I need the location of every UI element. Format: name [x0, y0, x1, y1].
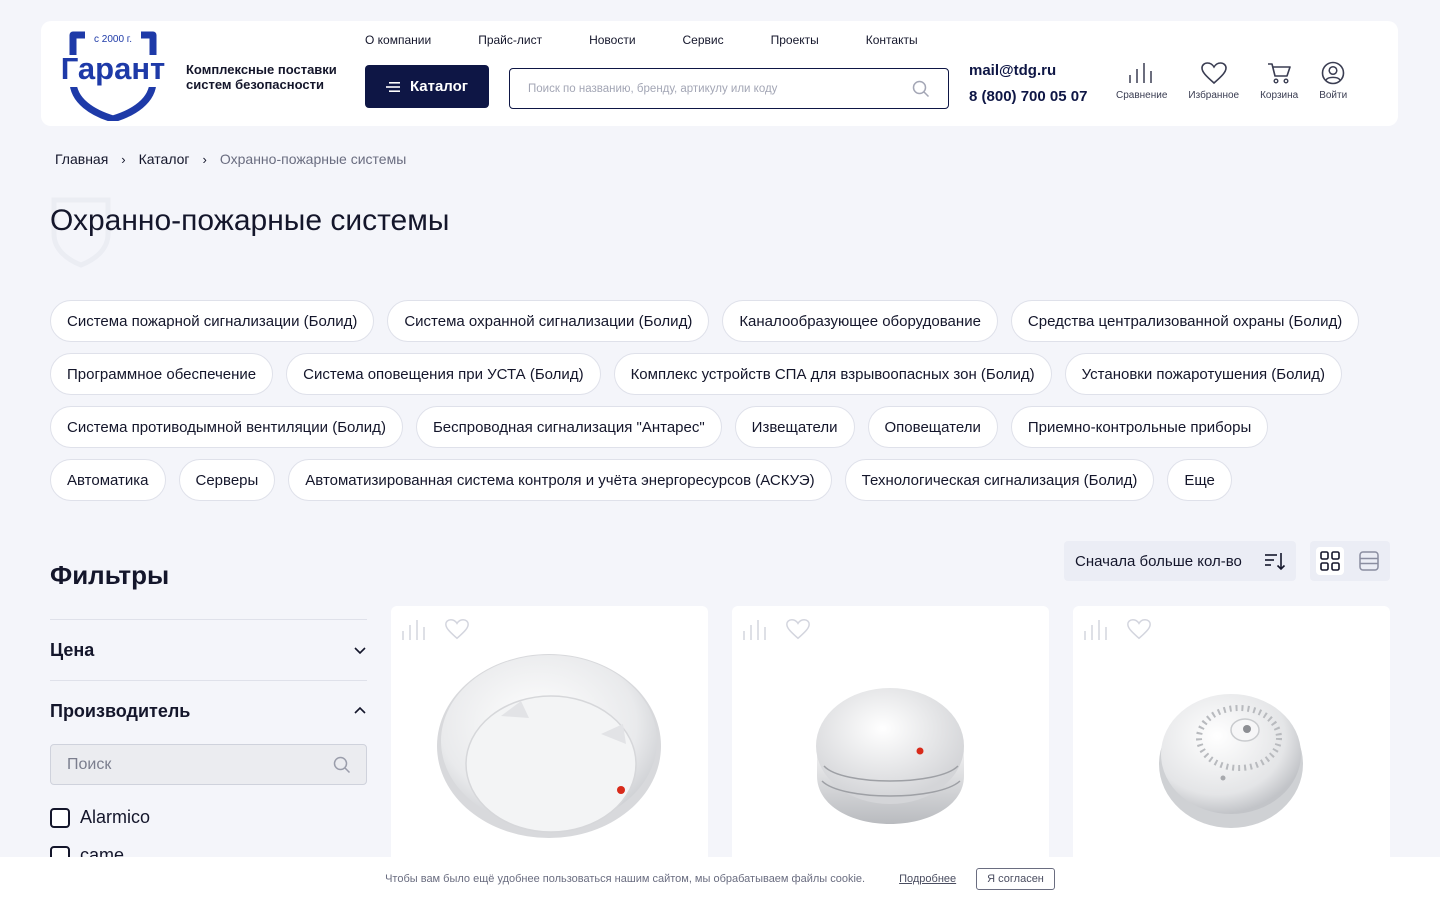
category-chip[interactable]: Система охранной сигнализации (Болид): [387, 300, 710, 342]
catalog-label: Каталог: [409, 78, 469, 95]
chevron-up-icon: [354, 706, 366, 714]
price-filter: Цена: [50, 619, 367, 680]
header-actions: Сравнение Избранное Корзина Войти: [1116, 61, 1368, 101]
breadcrumb-home[interactable]: Главная: [55, 151, 108, 167]
list-icon: [1359, 551, 1379, 571]
product-card[interactable]: [391, 606, 708, 866]
product-card[interactable]: [1073, 606, 1390, 866]
grid-icon: [1320, 551, 1340, 571]
compare-button[interactable]: Сравнение: [1116, 61, 1167, 101]
filters-title: Фильтры: [50, 560, 170, 590]
site-search: [509, 68, 949, 109]
chevron-down-icon: [354, 647, 366, 655]
product-image[interactable]: [732, 646, 1049, 866]
category-chip[interactable]: Каналообразующее оборудование: [722, 300, 998, 342]
manufacturer-search-input[interactable]: [67, 745, 317, 784]
nav-service[interactable]: Сервис: [683, 33, 724, 47]
breadcrumb-current: Охранно-пожарные системы: [219, 151, 407, 167]
phone-link[interactable]: 8 (800) 700 05 07: [969, 88, 1087, 105]
list-view-button[interactable]: [1355, 547, 1383, 575]
nav-contacts[interactable]: Контакты: [866, 33, 918, 47]
compare-label: Сравнение: [1116, 90, 1168, 101]
garant-logo[interactable]: с 2000 г. Гарант: [55, 29, 171, 121]
category-chip[interactable]: Комплекс устройств СПА для взрывоопасных…: [613, 353, 1052, 395]
manufacturer-name: Alarmico: [80, 807, 151, 827]
compare-icon[interactable]: [742, 619, 770, 641]
logo-badge: с 2000 г.: [94, 34, 132, 45]
user-icon: [1321, 61, 1345, 85]
sort-select[interactable]: Сначала больше кол-во: [1064, 541, 1296, 581]
sort-selected-label: Сначала больше кол-во: [1075, 552, 1242, 570]
checkbox[interactable]: [50, 807, 70, 828]
category-chip[interactable]: Приемно-контрольные приборы: [1010, 406, 1269, 448]
search-icon[interactable]: [912, 80, 930, 98]
heart-icon: [1200, 62, 1227, 85]
heart-icon[interactable]: [444, 617, 470, 641]
category-chip[interactable]: Беспроводная сигнализация "Антарес": [415, 406, 722, 448]
compare-icon[interactable]: [1083, 619, 1111, 641]
compare-icon: [1128, 63, 1152, 83]
logo-name: Гарант: [61, 51, 166, 86]
category-chip[interactable]: Программное обеспечение: [50, 353, 274, 395]
cookie-accept-button[interactable]: Я согласен: [976, 867, 1055, 890]
site-header: с 2000 г. Гарант Комплексные поставки си…: [41, 21, 1398, 126]
product-image[interactable]: [1073, 646, 1390, 866]
manufacturer-search: [50, 744, 367, 785]
view-switcher: [1310, 541, 1390, 581]
nav-price-list[interactable]: Прайс-лист: [478, 33, 542, 47]
cart-label: Корзина: [1260, 90, 1299, 101]
cart-button[interactable]: Корзина: [1260, 61, 1298, 101]
category-chip[interactable]: Оповещатели: [867, 406, 998, 448]
menu-icon: [385, 81, 400, 92]
manufacturer-filter-label: Производитель: [50, 700, 191, 721]
heart-icon[interactable]: [785, 617, 811, 641]
tagline: Комплексные поставки систем безопасности: [186, 62, 337, 92]
compare-icon[interactable]: [401, 619, 429, 641]
product-card[interactable]: [732, 606, 1049, 866]
top-nav: О компании Прайс-лист Новости Сервис Про…: [365, 33, 965, 47]
search-icon[interactable]: [333, 756, 351, 774]
cart-icon: [1268, 63, 1291, 84]
manufacturer-filter-toggle[interactable]: Производитель: [50, 681, 367, 741]
category-chip[interactable]: Установки пожаротушения (Болид): [1064, 353, 1343, 395]
favorites-button[interactable]: Избранное: [1188, 61, 1239, 101]
favorites-label: Избранное: [1188, 90, 1240, 101]
category-chip[interactable]: Средства централизованной охраны (Болид): [1010, 300, 1360, 342]
sort-icon: [1265, 553, 1286, 571]
email-link[interactable]: mail@tdg.ru: [969, 62, 1087, 79]
login-label: Войти: [1319, 90, 1348, 101]
page-title: Охранно-пожарные системы: [50, 204, 450, 237]
chevron-right-icon: ›: [202, 151, 207, 167]
category-chip[interactable]: Система противодымной вентиляции (Болид): [50, 406, 403, 448]
price-filter-toggle[interactable]: Цена: [50, 620, 367, 680]
category-chip[interactable]: Автоматизированная система контроля и уч…: [288, 459, 832, 501]
login-button[interactable]: Войти: [1319, 61, 1347, 101]
chevron-right-icon: ›: [121, 151, 126, 167]
manufacturer-filter: Производитель: [50, 680, 367, 741]
heart-icon[interactable]: [1126, 617, 1152, 641]
product-image[interactable]: [391, 646, 708, 866]
manufacturer-checkbox[interactable]: Alarmico: [50, 807, 150, 828]
cookie-banner: Чтобы вам было ещё удобнее пользоваться …: [0, 857, 1440, 900]
header-contacts: mail@tdg.ru 8 (800) 700 05 07: [969, 62, 1087, 105]
category-chip[interactable]: Серверы: [178, 459, 276, 501]
category-chip[interactable]: Система пожарной сигнализации (Болид): [50, 300, 375, 342]
category-chip[interactable]: Извещатели: [734, 406, 855, 448]
search-input[interactable]: [528, 69, 908, 108]
grid-view-button[interactable]: [1316, 547, 1344, 575]
category-chip[interactable]: Автоматика: [50, 459, 166, 501]
category-chip[interactable]: Система оповещения при УСТА (Болид): [286, 353, 601, 395]
cookie-more-link[interactable]: Подробнее: [899, 873, 956, 885]
price-filter-label: Цена: [50, 639, 95, 660]
breadcrumb-catalog[interactable]: Каталог: [139, 151, 190, 167]
category-chips: Система пожарной сигнализации (Болид) Си…: [50, 300, 1390, 501]
breadcrumb: Главная › Каталог › Охранно-пожарные сис…: [55, 151, 406, 167]
catalog-button[interactable]: Каталог: [365, 65, 489, 108]
nav-news[interactable]: Новости: [589, 33, 635, 47]
cookie-text: Чтобы вам было ещё удобнее пользоваться …: [385, 872, 866, 885]
nav-about[interactable]: О компании: [365, 33, 431, 47]
category-chip[interactable]: Технологическая сигнализация (Болид): [844, 459, 1155, 501]
nav-projects[interactable]: Проекты: [771, 33, 819, 47]
more-categories-chip[interactable]: Еще: [1167, 459, 1232, 501]
